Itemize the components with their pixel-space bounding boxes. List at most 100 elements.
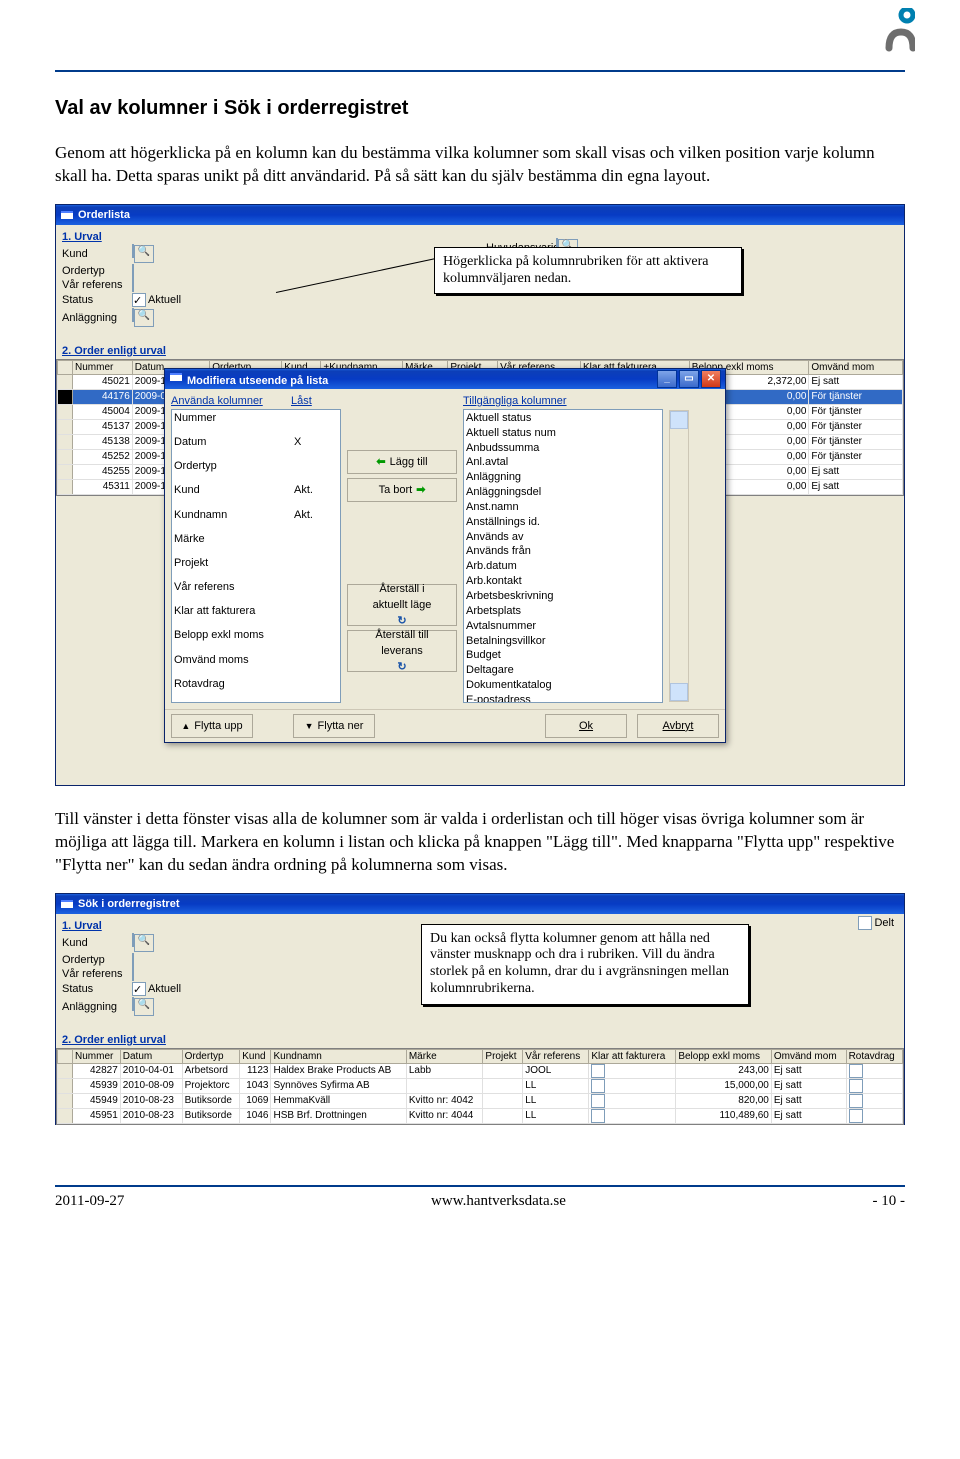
table-row[interactable]: 459392010-08-09Projektorc1043Synnöves Sy… — [58, 1078, 903, 1093]
table-row[interactable]: 428272010-04-01Arbetsord1123Haldex Brake… — [58, 1063, 903, 1078]
reset-current-button[interactable]: Återställ iaktuellt läge↻ — [347, 584, 457, 626]
column-header[interactable]: Ordertyp — [182, 1049, 240, 1063]
refresh-icon: ↻ — [397, 661, 406, 673]
list-item[interactable]: Märke — [174, 532, 294, 556]
input-ordertyp[interactable] — [132, 953, 134, 967]
table-cell: LL — [523, 1108, 589, 1123]
list-item[interactable]: Används av — [466, 530, 660, 545]
list-item[interactable]: Rotavdrag — [174, 677, 294, 701]
column-header[interactable]: Klar att fakturera — [589, 1049, 676, 1063]
minimize-button[interactable]: _ — [657, 370, 677, 388]
cancel-button[interactable]: Avbryt — [637, 714, 719, 738]
list-item[interactable]: Ordertyp — [174, 459, 294, 483]
column-header[interactable]: Kundnamn — [271, 1049, 406, 1063]
label-status: Status — [62, 294, 132, 306]
lookup-icon[interactable]: 🔍 — [134, 934, 154, 952]
scrollbar[interactable] — [669, 410, 689, 702]
input-varreferens[interactable] — [132, 967, 134, 981]
list-item[interactable]: Omvänd moms — [174, 653, 294, 677]
column-header[interactable]: Omvänd mom — [771, 1049, 846, 1063]
checkbox-delt[interactable] — [858, 916, 872, 930]
list-item[interactable]: Används från — [466, 544, 660, 559]
list-item[interactable]: Anst.namn — [466, 500, 660, 515]
checkbox-aktuell[interactable]: ✓ — [132, 293, 146, 307]
table-cell: LL — [523, 1078, 589, 1093]
list-item[interactable]: Budget — [466, 648, 660, 663]
list-item[interactable]: Projekt — [174, 556, 294, 580]
maximize-button[interactable]: ▭ — [679, 370, 699, 388]
list-item[interactable]: Kundnamn — [174, 508, 294, 532]
list-item[interactable]: Arb.datum — [466, 559, 660, 574]
list-item[interactable]: Vår referens — [174, 580, 294, 604]
brand-logo-icon — [885, 8, 915, 53]
list-item[interactable]: Betalningsvillkor — [466, 634, 660, 649]
table-cell: Labb — [406, 1063, 483, 1078]
column-header[interactable]: Datum — [120, 1049, 182, 1063]
column-header[interactable]: Projekt — [483, 1049, 523, 1063]
table-cell: JOOL — [523, 1063, 589, 1078]
list-item[interactable]: Anbudssumma — [466, 441, 660, 456]
table-cell: För tjänster — [809, 434, 903, 449]
move-down-button[interactable]: ▼Flytta ner — [293, 714, 375, 738]
screenshot-orderlista: Orderlista 1. Urval Kund🔍 Ordertyp Vår r… — [55, 204, 905, 786]
label-anlaggning: Anläggning — [62, 312, 132, 324]
list-item[interactable]: Belopp exkl moms — [174, 628, 294, 652]
ok-button[interactable]: Ok — [545, 714, 627, 738]
scroll-up-icon[interactable] — [670, 411, 688, 429]
list-item[interactable]: Anläggning — [466, 470, 660, 485]
column-header[interactable]: Kund — [240, 1049, 271, 1063]
table-cell: Kvitto nr: 4042 — [406, 1093, 483, 1108]
column-header[interactable]: Vår referens — [523, 1049, 589, 1063]
column-header[interactable]: Märke — [406, 1049, 483, 1063]
lookup-kund-icon[interactable]: 🔍 — [134, 245, 154, 263]
list-item[interactable]: Datum — [174, 435, 294, 459]
listbox-available-columns[interactable]: Aktuell statusAktuell status numAnbudssu… — [463, 409, 663, 703]
list-item[interactable]: Kund — [174, 483, 294, 507]
list-item[interactable]: Arbetsbeskrivning — [466, 589, 660, 604]
list-item[interactable]: Anläggningsdel — [466, 485, 660, 500]
list-item[interactable]: Klar att fakturera — [174, 604, 294, 628]
input-varreferens[interactable] — [132, 278, 134, 292]
column-header[interactable]: Nummer — [73, 360, 133, 374]
column-header[interactable]: Omvänd mom — [809, 360, 903, 374]
list-item[interactable]: Arb.kontakt — [466, 574, 660, 589]
table-row[interactable]: 459492010-08-23Butiksorde1069HemmaKvällK… — [58, 1093, 903, 1108]
list-item[interactable]: Anl.avtal — [466, 455, 660, 470]
table-cell: Butiksorde — [182, 1093, 240, 1108]
table-cell — [406, 1078, 483, 1093]
refresh-icon: ↻ — [397, 615, 406, 627]
list-item[interactable]: Aktuell status num — [466, 426, 660, 441]
section-orderlista-label: 2. Order enligt urval — [62, 345, 898, 357]
lookup-icon[interactable]: 🔍 — [134, 998, 154, 1016]
dialog-titlebar[interactable]: Modifiera utseende på lista _ ▭ ✕ — [165, 369, 725, 389]
table-cell: Ej satt — [771, 1063, 846, 1078]
add-button[interactable]: ⬅Lägg till — [347, 450, 457, 474]
close-button[interactable]: ✕ — [701, 370, 721, 388]
list-item[interactable]: Aktuell status — [466, 411, 660, 426]
reset-delivery-button[interactable]: Återställ tillleverans↻ — [347, 630, 457, 672]
column-header[interactable]: Nummer — [73, 1049, 121, 1063]
remove-button[interactable]: Ta bort➡ — [347, 478, 457, 502]
list-item[interactable]: Dokumentkatalog — [466, 678, 660, 693]
table-cell — [589, 1063, 676, 1078]
window-icon — [60, 208, 74, 222]
header-rule — [55, 70, 905, 72]
table-cell: 1069 — [240, 1093, 271, 1108]
column-header[interactable]: Belopp exkl moms — [676, 1049, 772, 1063]
scroll-down-icon[interactable] — [670, 683, 688, 701]
list-item[interactable]: Nummer — [174, 411, 294, 435]
list-item[interactable]: Deltagare — [466, 663, 660, 678]
listbox-used-columns[interactable]: NummerDatumXOrdertypKundAkt.KundnamnAkt.… — [171, 409, 341, 703]
lookup-anlaggning-icon[interactable]: 🔍 — [134, 309, 154, 327]
table-row[interactable]: 459512010-08-23Butiksorde1046HSB Brf. Dr… — [58, 1108, 903, 1123]
list-item[interactable]: Avtalsnummer — [466, 619, 660, 634]
list-item[interactable]: Arbetsplats — [466, 604, 660, 619]
input-ordertyp[interactable] — [132, 264, 134, 278]
label-ordertyp: Ordertyp — [62, 265, 132, 277]
checkbox-aktuell[interactable]: ✓ — [132, 982, 146, 996]
list-item[interactable]: E-postadress — [466, 693, 660, 703]
move-up-button[interactable]: ▲Flytta upp — [171, 714, 253, 738]
table-cell: 45021 — [73, 374, 133, 389]
column-header[interactable]: Rotavdrag — [846, 1049, 902, 1063]
list-item[interactable]: Anställnings id. — [466, 515, 660, 530]
